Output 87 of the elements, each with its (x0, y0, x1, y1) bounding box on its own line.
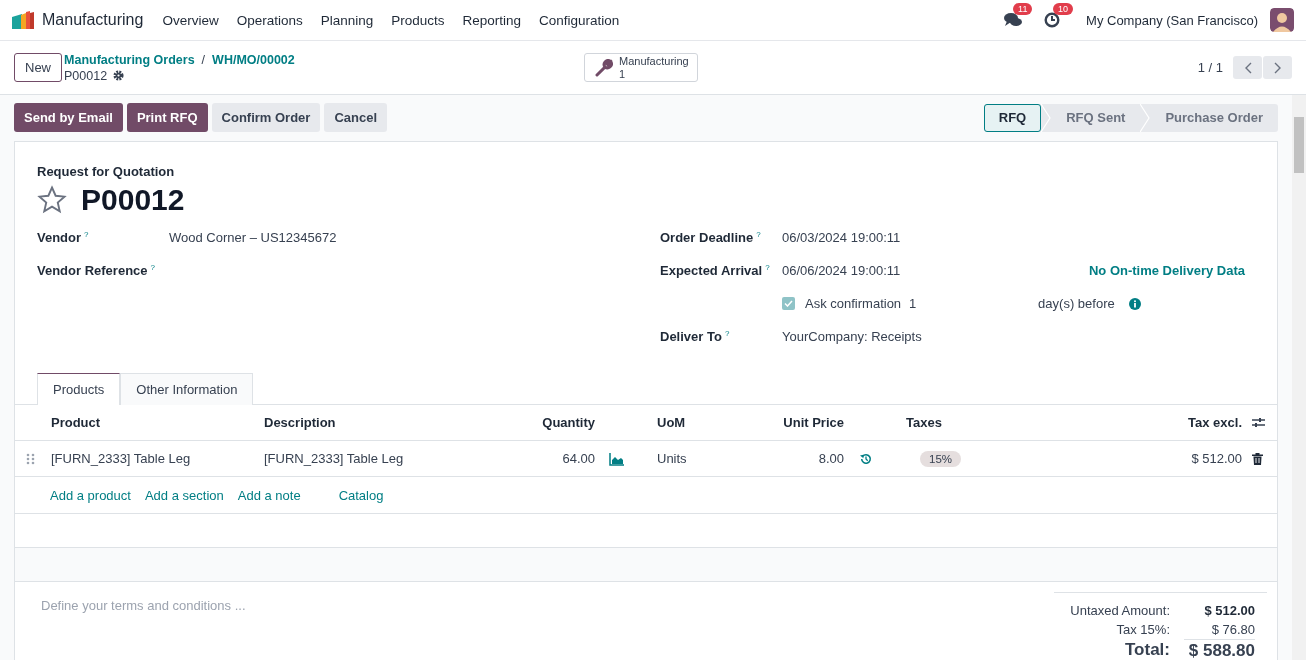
column-header[interactable]: UoM (657, 415, 777, 430)
record-title: P00012 (81, 183, 185, 217)
drag-handle-icon[interactable] (26, 452, 36, 465)
action-button[interactable]: Print RFQ (126, 103, 208, 132)
menu-item[interactable]: Planning (311, 12, 383, 28)
add-line-link[interactable]: Add a section (144, 487, 224, 503)
total-label: Tax 15%: (1115, 621, 1170, 639)
app-name[interactable]: Manufacturing (42, 11, 144, 29)
add-line-link[interactable]: Add a product (50, 487, 131, 503)
star-icon[interactable] (37, 185, 67, 215)
new-button[interactable]: New (14, 53, 62, 82)
status-stage[interactable]: Purchase Order (1150, 103, 1278, 132)
date-field[interactable]: 06/03/2024 19:00:11 (782, 230, 901, 245)
column-header[interactable]: Description (264, 415, 515, 430)
settings-icon[interactable] (113, 70, 125, 81)
column-settings-icon[interactable] (1252, 417, 1265, 428)
checkbox-label: Ask confirmation (805, 296, 902, 311)
table-cell-text: 64.00 (561, 451, 595, 466)
trash-icon[interactable] (1252, 452, 1263, 465)
field-label: Vendor Reference (37, 263, 148, 279)
tax-tag: 15% (920, 450, 962, 467)
total-value: $ 76.80 (1210, 621, 1255, 639)
delivery-data-link[interactable]: No On-time Delivery Data (1088, 263, 1245, 278)
activity-count-badge: 10 (1053, 3, 1074, 15)
help-mark[interactable]: ? (150, 262, 155, 272)
action-button[interactable]: Send by Email (14, 103, 123, 132)
help-mark[interactable]: ? (724, 328, 730, 338)
column-header[interactable]: Tax excl. (1056, 415, 1242, 430)
total-value: $ 512.00 (1203, 602, 1255, 620)
status-stage[interactable]: RFQ (983, 103, 1042, 132)
clock-icon[interactable] (1044, 12, 1061, 28)
wrench-icon (595, 58, 613, 77)
column-header[interactable]: Taxes (906, 415, 1056, 430)
total-label: Untaxed Amount: (1069, 602, 1170, 620)
add-line-link[interactable]: Catalog (338, 487, 384, 503)
help-mark[interactable]: ? (765, 262, 770, 272)
form-subtitle: Request for Quotation (37, 164, 176, 179)
help-mark[interactable]: ? (84, 229, 89, 239)
tab[interactable]: Other Information (120, 373, 254, 405)
breadcrumb-link[interactable]: WH/MO/00002 (212, 52, 295, 67)
chevron-left-icon (1243, 61, 1252, 74)
menu-item[interactable]: Configuration (530, 12, 629, 28)
help-mark[interactable]: ? (756, 229, 761, 239)
action-button[interactable]: Confirm Order (211, 103, 321, 132)
checkbox[interactable] (782, 297, 795, 310)
menu-item[interactable]: Overview (153, 12, 228, 28)
company-switcher[interactable]: My Company (San Francisco) (1086, 12, 1258, 28)
status-stage[interactable]: RFQ Sent (1051, 103, 1141, 132)
record-name: P00012 (64, 68, 108, 83)
avatar-icon[interactable] (1270, 8, 1294, 32)
table-cell-text: 8.00 (817, 451, 844, 466)
table-cell-text: $ 512.00 (1190, 451, 1242, 466)
column-header[interactable]: Unit Price (777, 415, 844, 430)
total-label: Total: (1124, 639, 1170, 660)
history-icon[interactable] (860, 452, 872, 465)
table-cell-text: [FURN_2333] Table Leg (51, 451, 192, 466)
add-line-link[interactable]: Add a note (237, 487, 301, 503)
scrollbar[interactable] (1292, 95, 1306, 660)
days-suffix: day(s) before (1038, 296, 1115, 311)
info-icon[interactable] (1128, 297, 1141, 310)
column-header[interactable]: Product (51, 415, 264, 430)
vendor-field[interactable]: Wood Corner – US12345672 (169, 230, 337, 245)
column-header[interactable]: Quantity (515, 415, 595, 430)
total-value: $ 588.80 (1184, 639, 1255, 660)
field-label: Expected Arrival (660, 263, 763, 279)
field-label: Vendor (37, 230, 82, 246)
table-cell-text: Units (657, 451, 688, 466)
area-chart-icon[interactable] (609, 451, 625, 466)
app-logo-icon[interactable] (12, 11, 34, 29)
manufacturing-smart-button[interactable]: Manufacturing 1 (584, 53, 698, 82)
field-label: Order Deadline (660, 230, 754, 246)
tab[interactable]: Products (37, 373, 121, 405)
message-count-badge: 11 (1013, 3, 1033, 15)
date-field[interactable]: 06/06/2024 19:00:11 (782, 263, 901, 278)
chat-icon[interactable] (1004, 12, 1023, 28)
breadcrumb-link[interactable]: Manufacturing Orders (64, 52, 195, 67)
chevron-right-icon (1273, 61, 1282, 74)
pager-value: 1 / 1 (1197, 60, 1223, 75)
menu-item[interactable]: Products (382, 12, 454, 28)
action-button[interactable]: Cancel (324, 103, 388, 132)
deliver-to-field[interactable]: YourCompany: Receipts (782, 329, 922, 344)
menu-item[interactable]: Reporting (453, 12, 531, 28)
breadcrumb-separator: / (201, 52, 206, 67)
table-cell-text: [FURN_2333] Table Leg (264, 451, 405, 466)
days-field[interactable]: 1 (909, 296, 1039, 311)
menu-item[interactable]: Operations (227, 12, 312, 28)
field-label: Deliver To (660, 329, 722, 345)
